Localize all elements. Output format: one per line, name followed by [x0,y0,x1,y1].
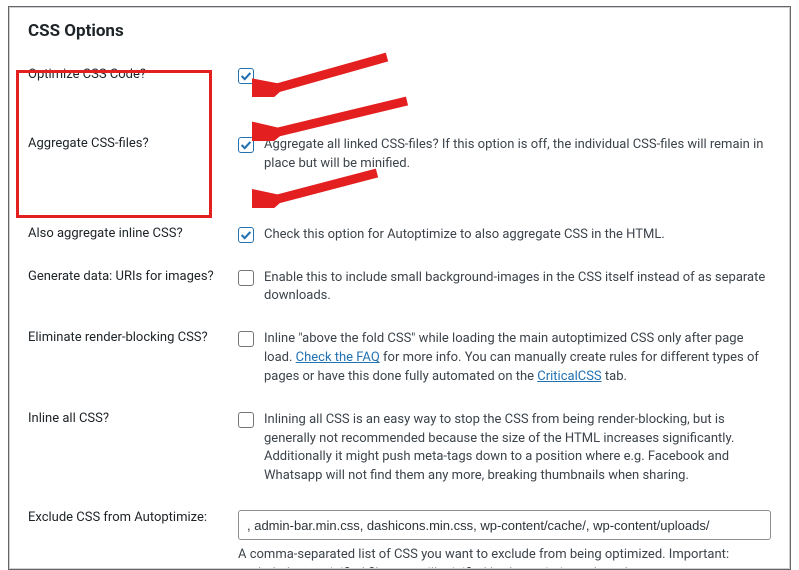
css-options-panel: CSS Options Optimize CSS Code? Aggregate… [9,7,790,569]
option-exclude-css: Exclude CSS from Autoptimize: A comma-se… [10,510,789,569]
option-optimize-css: Optimize CSS Code? [10,53,789,108]
section-title: CSS Options [10,8,789,53]
optimize-css-label: Optimize CSS Code? [28,67,238,82]
checkmark-icon [239,69,253,83]
optimize-css-checkbox[interactable] [238,68,254,84]
aggregate-css-label: Aggregate CSS-files? [28,136,238,151]
inline-all-label: Inline all CSS? [28,411,238,426]
aggregate-css-checkbox[interactable] [238,137,254,153]
aggregate-css-description: Aggregate all linked CSS-files? If this … [264,136,771,174]
inline-all-checkbox[interactable] [238,412,254,428]
data-uris-label: Generate data: URIs for images? [28,269,238,284]
render-blocking-label: Eliminate render-blocking CSS? [28,330,238,345]
option-data-uris: Generate data: URIs for images? Enable t… [10,269,789,331]
option-aggregate-css: Aggregate CSS-files? Aggregate all linke… [10,136,789,198]
render-blocking-checkbox[interactable] [238,331,254,347]
data-uris-description: Enable this to include small background-… [264,269,771,307]
checkmark-icon [239,138,253,152]
option-inline-all: Inline all CSS? Inlining all CSS is an e… [10,411,789,510]
aggregate-inline-label: Also aggregate inline CSS? [28,226,238,241]
exclude-css-input[interactable] [238,510,771,540]
exclude-css-description: A comma-separated list of CSS you want t… [238,546,771,569]
option-aggregate-inline: Also aggregate inline CSS? Check this op… [10,226,789,269]
aggregate-inline-description: Check this option for Autoptimize to als… [264,226,665,245]
aggregate-inline-checkbox[interactable] [238,227,254,243]
checkmark-icon [239,228,253,242]
option-render-blocking: Eliminate render-blocking CSS? Inline "a… [10,330,789,411]
data-uris-checkbox[interactable] [238,270,254,286]
render-blocking-description: Inline "above the fold CSS" while loadin… [264,330,771,387]
check-faq-link[interactable]: Check the FAQ [296,350,380,365]
criticalcss-link[interactable]: CriticalCSS [537,369,601,384]
inline-all-description: Inlining all CSS is an easy way to stop … [264,411,771,486]
render-blocking-desc-post: tab. [602,369,627,384]
exclude-css-label: Exclude CSS from Autoptimize: [28,510,238,525]
